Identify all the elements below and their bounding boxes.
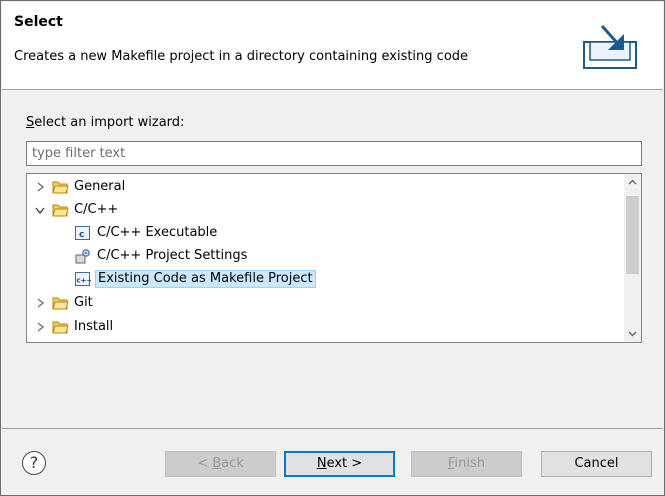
tree-item-c-cpp[interactable]: C/C++ xyxy=(27,199,627,222)
folder-icon xyxy=(52,181,69,194)
page-title: Select xyxy=(14,14,63,30)
wizard-tree[interactable]: General C/C++ c C/C++ Executable C/C++ P… xyxy=(26,173,642,343)
chevron-right-icon[interactable] xyxy=(35,320,47,334)
finish-button[interactable]: Finish xyxy=(411,451,522,477)
help-icon[interactable]: ? xyxy=(22,451,46,475)
tree-item-label: Install xyxy=(74,319,114,334)
tree-item-c-cpp-executable[interactable]: c C/C++ Executable xyxy=(27,222,627,245)
back-button[interactable]: < Back xyxy=(165,451,276,477)
tree-item-label: Git xyxy=(74,295,93,310)
svg-text:c: c xyxy=(79,230,84,240)
tree-item-existing-code-makefile[interactable]: c++ Existing Code as Makefile Project xyxy=(27,268,627,291)
next-button[interactable]: Next > xyxy=(284,451,395,477)
svg-text:c++: c++ xyxy=(77,277,92,285)
tree-item-install[interactable]: Install xyxy=(27,316,627,339)
folder-icon xyxy=(52,297,69,310)
header-separator xyxy=(2,89,663,90)
cpp-project-icon: c++ xyxy=(75,272,92,286)
tree-item-project-settings[interactable]: C/C++ Project Settings xyxy=(27,245,627,268)
folder-icon xyxy=(52,321,69,334)
folder-open-icon xyxy=(52,204,69,217)
tree-item-label: C/C++ Executable xyxy=(97,225,218,240)
import-banner-icon xyxy=(583,24,637,69)
tree-item-label: Existing Code as Makefile Project xyxy=(95,270,316,288)
tree-item-label: C/C++ Project Settings xyxy=(97,248,248,263)
c-file-icon: c xyxy=(75,226,90,240)
tree-scrollbar[interactable] xyxy=(624,174,641,342)
chevron-down-icon[interactable] xyxy=(34,203,46,217)
chevron-right-icon[interactable] xyxy=(35,296,47,310)
cancel-button[interactable]: Cancel xyxy=(541,451,652,477)
scroll-down-icon[interactable] xyxy=(624,325,641,342)
tree-item-git[interactable]: Git xyxy=(27,292,627,315)
tree-item-label: General xyxy=(74,179,126,194)
tree-item-general[interactable]: General xyxy=(27,176,627,199)
chevron-right-icon[interactable] xyxy=(35,180,47,194)
wizard-label: Select an import wizard: xyxy=(26,115,185,130)
page-description: Creates a new Makefile project in a dire… xyxy=(14,49,469,64)
tree-item-label: C/C++ xyxy=(74,202,119,217)
filter-input[interactable] xyxy=(26,141,642,166)
dialog-header: Select Creates a new Makefile project in… xyxy=(2,2,663,89)
scroll-up-icon[interactable] xyxy=(624,174,641,191)
settings-icon xyxy=(75,249,90,264)
scroll-thumb[interactable] xyxy=(626,196,639,274)
import-dialog: Select Creates a new Makefile project in… xyxy=(0,0,665,496)
footer-separator xyxy=(2,428,663,429)
